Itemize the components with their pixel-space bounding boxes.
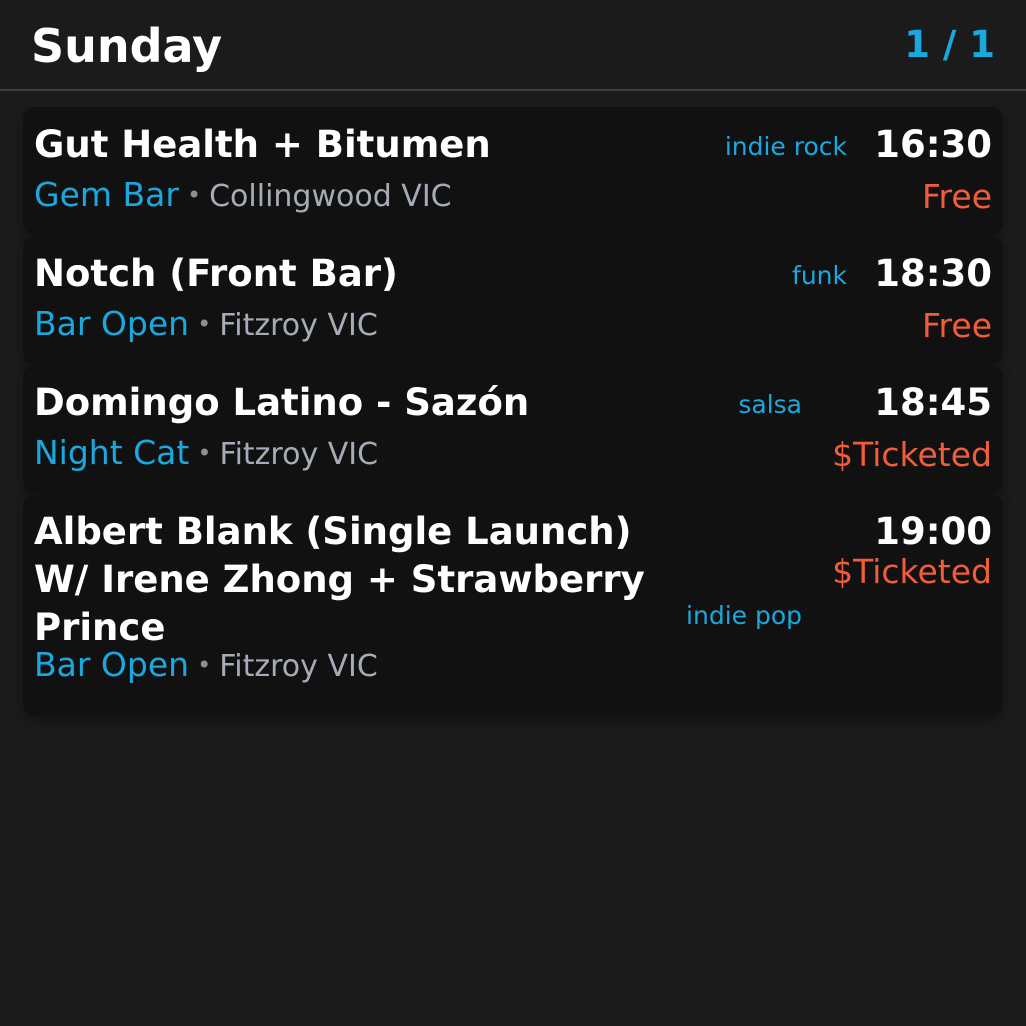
event-card[interactable]: Gut Health + Bitumen indie rock 16:30 Ge… bbox=[23, 107, 1003, 235]
event-time: 18:30 bbox=[874, 252, 992, 295]
day-header: Sunday 1 / 1 bbox=[0, 0, 1026, 91]
venue-name[interactable]: Bar Open bbox=[34, 645, 189, 684]
event-genre: salsa bbox=[738, 390, 802, 419]
venue-location: Fitzroy VIC bbox=[219, 649, 378, 684]
event-genre: indie pop bbox=[686, 601, 802, 630]
event-card[interactable]: Albert Blank (Single Launch) W/ Irene Zh… bbox=[23, 494, 1003, 716]
separator-dot: • bbox=[186, 181, 202, 209]
venue-location: Fitzroy VIC bbox=[219, 437, 379, 472]
event-title: Notch (Front Bar) bbox=[34, 252, 398, 295]
gig-guide-screen: Sunday 1 / 1 Gut Health + Bitumen indie … bbox=[0, 0, 1026, 1026]
event-price: $Ticketed bbox=[832, 552, 992, 591]
event-venue-line: Gem Bar • Collingwood VIC bbox=[34, 173, 452, 223]
event-price: Free bbox=[921, 306, 992, 345]
event-title: Domingo Latino - Sazón bbox=[34, 381, 530, 424]
event-venue-line: Night Cat • Fitzroy VIC bbox=[34, 431, 378, 481]
event-title: Gut Health + Bitumen bbox=[34, 123, 491, 166]
event-venue-line: Bar Open • Fitzroy VIC bbox=[34, 643, 378, 693]
page-indicator: 1 / 1 bbox=[904, 23, 995, 66]
event-time: 19:00 bbox=[874, 510, 992, 553]
event-title: Albert Blank (Single Launch) W/ Irene Zh… bbox=[34, 510, 645, 649]
venue-name[interactable]: Bar Open bbox=[34, 304, 189, 343]
separator-dot: • bbox=[197, 310, 212, 338]
venue-location: Collingwood VIC bbox=[209, 179, 452, 214]
event-list: Gut Health + Bitumen indie rock 16:30 Ge… bbox=[23, 107, 1003, 717]
day-title: Sunday bbox=[31, 19, 223, 73]
event-venue-line: Bar Open • Fitzroy VIC bbox=[34, 302, 378, 352]
separator-dot: • bbox=[197, 439, 212, 467]
event-price: $Ticketed bbox=[832, 435, 992, 474]
event-price: Free bbox=[921, 177, 992, 216]
event-card[interactable]: Notch (Front Bar) funk 18:30 Bar Open • Fi… bbox=[23, 236, 1003, 364]
event-time: 16:30 bbox=[874, 123, 992, 166]
venue-name[interactable]: Gem Bar bbox=[34, 175, 179, 214]
separator-dot: • bbox=[197, 651, 212, 679]
event-genre: indie rock bbox=[724, 132, 847, 161]
venue-name[interactable]: Night Cat bbox=[34, 433, 189, 472]
venue-location: Fitzroy VIC bbox=[219, 308, 378, 343]
event-genre: funk bbox=[792, 261, 847, 290]
event-time: 18:45 bbox=[874, 381, 992, 424]
event-card[interactable]: Domingo Latino - Sazón salsa 18:45 Night… bbox=[23, 365, 1003, 493]
